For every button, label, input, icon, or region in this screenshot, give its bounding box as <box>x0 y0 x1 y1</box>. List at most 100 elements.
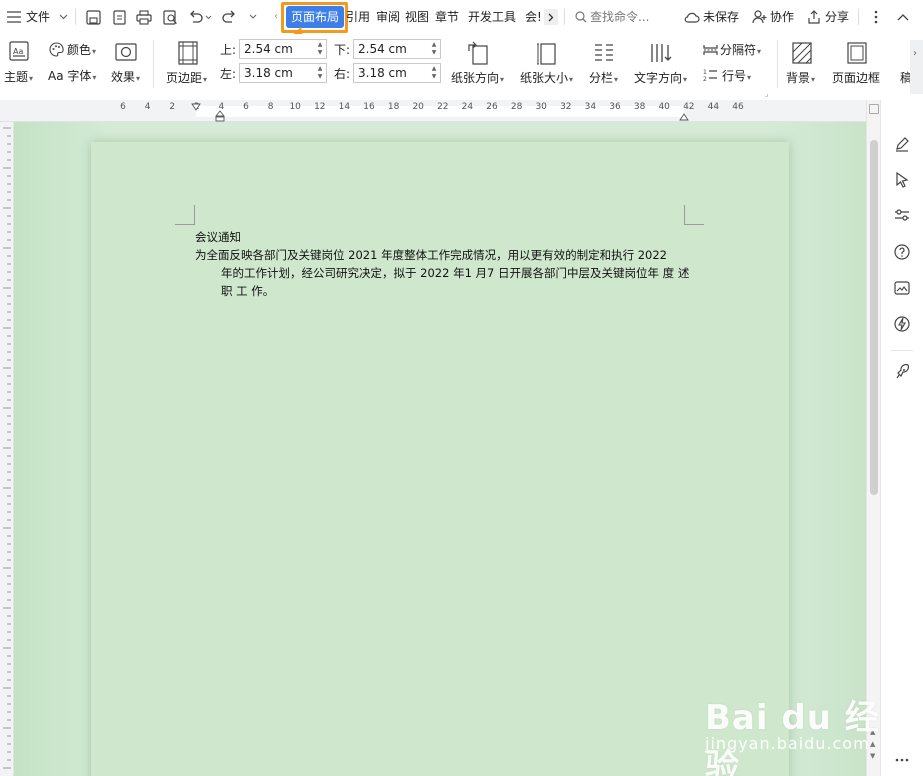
tab-references[interactable]: 引用 <box>346 8 370 26</box>
tab-chapter[interactable]: 章节 <box>435 8 459 26</box>
paper-size-button[interactable]: 纸张大小▾ <box>520 70 573 88</box>
spin-arrows-icon[interactable]: ▲ ▼ <box>430 65 438 81</box>
print-icon[interactable] <box>135 8 153 26</box>
chevron-right-icon: › <box>913 48 917 59</box>
text-direction-button[interactable]: 文字方向▾ <box>634 70 687 88</box>
horizontal-ruler[interactable]: 6422468101214161820222426283032343638404… <box>0 100 866 122</box>
ruler-tick-label: 18 <box>387 102 400 112</box>
bottom-margin-input[interactable]: 2.54 cm ▲ ▼ <box>353 39 441 59</box>
share-icon <box>806 9 822 25</box>
document-canvas[interactable]: 会议通知 为全面反映各部门及关键岗位 2021 年度整体工作完成情况，用以更有效… <box>14 122 866 776</box>
export-pdf-icon[interactable] <box>110 8 128 26</box>
line-number-button[interactable]: 行号▾ <box>722 68 751 86</box>
ruler-tick-label: 36 <box>609 102 621 112</box>
document-body[interactable]: 会议通知 为全面反映各部门及关键岗位 2021 年度整体工作完成情况，用以更有效… <box>195 228 695 300</box>
adjust-sliders-icon[interactable] <box>892 205 912 225</box>
margins-button[interactable]: 页边距▾ <box>166 70 207 88</box>
save-icon[interactable] <box>84 8 102 26</box>
tab-view[interactable]: 视图 <box>405 8 429 26</box>
chevron-down-icon[interactable] <box>204 12 212 22</box>
palette-icon <box>48 41 64 57</box>
spin-arrows-icon[interactable]: ▲ ▼ <box>316 65 324 81</box>
effect-icon <box>114 42 138 62</box>
bottom-margin-label: 下: <box>334 43 351 57</box>
file-menu[interactable]: 文件 <box>26 8 50 26</box>
tab-developer[interactable]: 开发工具 <box>468 8 516 26</box>
first-indent-marker-icon[interactable] <box>191 100 201 111</box>
watermark-url: jingyan.baidu.com <box>705 734 870 753</box>
columns-icon <box>592 40 616 66</box>
ribbon-scroll-right[interactable]: › <box>910 40 923 94</box>
margins-label: 页边距 <box>166 71 203 85</box>
divider <box>777 40 778 88</box>
line-number-label: 行号 <box>722 69 747 83</box>
separator-icon <box>702 42 718 58</box>
separator-button[interactable]: 分隔符▾ <box>720 42 761 60</box>
ruler-tick-label: 32 <box>560 102 572 112</box>
undo-icon[interactable] <box>186 8 204 26</box>
collaborate-button[interactable]: 协作 <box>770 8 794 26</box>
orientation-button[interactable]: 纸张方向▾ <box>451 70 504 88</box>
paragraph-line[interactable]: 为全面反映各部门及关键岗位 2021 年度整体工作完成情况，用以更有效的制定和执… <box>195 246 695 264</box>
theme-button[interactable]: 主题▾ <box>4 69 33 87</box>
margin-corner-mark <box>175 205 195 225</box>
more-options-icon[interactable] <box>868 8 884 26</box>
redo-icon[interactable] <box>220 8 238 26</box>
vertical-ruler[interactable] <box>0 122 14 776</box>
tabs-scroll-right-icon[interactable] <box>544 9 558 25</box>
tab-more[interactable]: 会! <box>525 8 542 26</box>
print-preview-icon[interactable] <box>161 8 179 26</box>
more-quick-access-icon[interactable] <box>248 12 258 22</box>
ruler-tick-label: 6 <box>243 102 249 112</box>
hamburger-menu-icon[interactable] <box>6 9 22 25</box>
group-expand-icon[interactable]: ⌟ <box>765 90 768 98</box>
spin-arrows-icon[interactable]: ▲ ▼ <box>430 41 438 57</box>
left-margin-input[interactable]: 3.18 cm ▲ ▼ <box>239 63 327 83</box>
ruler-tick-label: 14 <box>338 102 351 112</box>
effect-button[interactable]: 效果▾ <box>111 69 140 87</box>
split-view-icon[interactable] <box>869 104 879 114</box>
top-margin-label: 上: <box>220 43 237 57</box>
ruler-tick-label: 22 <box>437 102 449 112</box>
paragraph-line[interactable]: 职 工 作。 <box>195 282 695 300</box>
text-direction-icon <box>648 40 674 66</box>
document-page[interactable]: 会议通知 为全面反映各部门及关键岗位 2021 年度整体工作完成情况，用以更有效… <box>91 142 789 776</box>
collapse-ribbon-icon[interactable] <box>894 9 912 25</box>
document-title[interactable]: 会议通知 <box>195 228 695 246</box>
scrollbar-thumb[interactable] <box>870 140 878 495</box>
spin-arrows-icon[interactable]: ▲ ▼ <box>316 41 324 57</box>
text-direction-label: 文字方向 <box>634 71 683 85</box>
lightning-icon[interactable] <box>892 314 912 334</box>
chevron-down-icon[interactable] <box>57 10 69 24</box>
divider <box>75 9 76 25</box>
margin-corner-mark <box>684 205 704 225</box>
tabs-scroll-left-icon[interactable]: ‹ <box>274 12 280 22</box>
background-button[interactable]: 背景▾ <box>786 70 815 88</box>
columns-label: 分栏 <box>589 71 614 85</box>
top-margin-input[interactable]: 2.54 cm ▲ ▼ <box>239 39 327 59</box>
watermark-logo: Bai du 经验 <box>705 698 880 776</box>
share-button[interactable]: 分享 <box>825 8 849 26</box>
ruler-tick-label: 30 <box>535 102 547 112</box>
edit-pen-icon[interactable] <box>892 134 912 154</box>
ruler-tick-label: 24 <box>461 102 474 112</box>
paragraph-line[interactable]: 年的工作计划，经公司研究决定，拟于 2022 年1 月7 日开展各部门中层及关键… <box>195 264 695 282</box>
right-margin-value: 3.18 cm <box>358 66 407 80</box>
rocket-icon[interactable] <box>892 362 912 382</box>
select-cursor-icon[interactable] <box>892 170 912 190</box>
help-icon[interactable] <box>892 242 912 262</box>
hanging-indent-marker-icon[interactable] <box>215 110 225 122</box>
ruler-tick-label: 12 <box>314 102 326 112</box>
unsaved-status[interactable]: 未保存 <box>703 8 739 26</box>
columns-button[interactable]: 分栏▾ <box>589 70 618 88</box>
tab-review[interactable]: 审阅 <box>376 8 400 26</box>
font-button[interactable]: Aa 字体▾ <box>48 68 96 86</box>
vertical-scrollbar[interactable]: ▲ ▲ ▼ <box>866 100 880 776</box>
page-border-button[interactable]: 页面边框 <box>832 70 880 86</box>
image-tools-icon[interactable] <box>892 278 912 298</box>
color-button[interactable]: 颜色▾ <box>67 42 96 60</box>
more-options-icon[interactable] <box>892 750 912 770</box>
right-margin-input[interactable]: 3.18 cm ▲ ▼ <box>353 63 441 83</box>
ruler-tick-label: 2 <box>169 102 176 112</box>
right-indent-marker-icon[interactable] <box>679 110 689 121</box>
